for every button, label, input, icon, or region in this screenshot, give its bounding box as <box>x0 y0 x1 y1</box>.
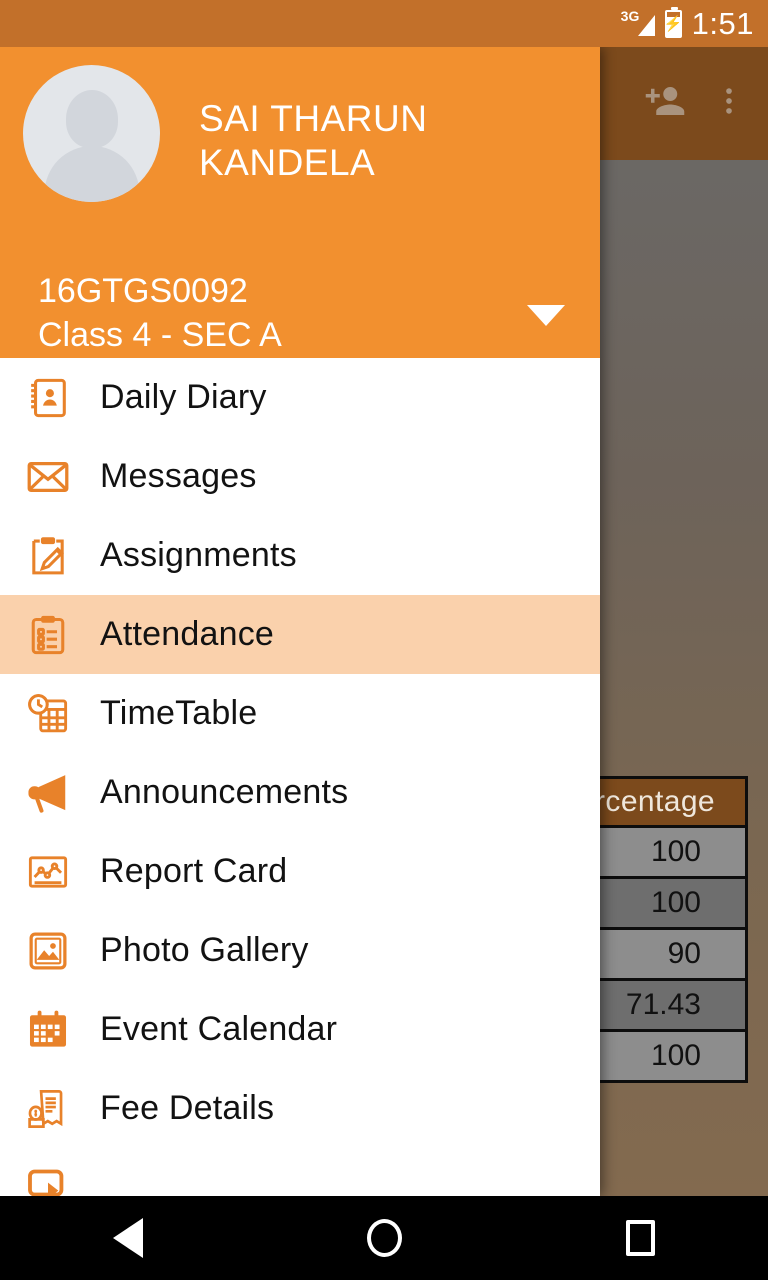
battery-charging-icon: ⚡ <box>664 6 683 38</box>
drawer-menu-list: Daily Diary Messages Assignments Attenda… <box>0 358 600 1196</box>
clipboard-check-icon <box>22 609 74 661</box>
sidebar-item-label: Fee Details <box>100 1089 275 1127</box>
sidebar-item-messages[interactable]: Messages <box>0 437 600 516</box>
daily-diary-icon <box>22 372 74 424</box>
sidebar-item-label: Messages <box>100 457 257 495</box>
invoice-money-icon <box>22 1083 74 1135</box>
overflow-menu-icon[interactable] <box>712 84 746 123</box>
status-bar-clock: 1:51 <box>691 5 754 41</box>
sidebar-item-assignments[interactable]: Assignments <box>0 516 600 595</box>
network-type-label: 3G <box>620 7 640 24</box>
sidebar-item-label: Announcements <box>100 773 349 811</box>
class-section: Class 4 - SEC A <box>38 315 282 354</box>
recents-button[interactable] <box>512 1196 768 1280</box>
signal-bars <box>637 14 655 36</box>
sidebar-item-daily-diary[interactable]: Daily Diary <box>0 358 600 437</box>
status-bar-indicators: 3G ⚡ 1:51 <box>621 0 754 47</box>
photo-icon <box>22 925 74 977</box>
sidebar-item-report-card[interactable]: Report Card <box>0 832 600 911</box>
student-meta: 16GTGS0092 Class 4 - SEC A <box>38 270 282 357</box>
recents-square-icon <box>625 1220 655 1256</box>
back-triangle-icon <box>113 1218 143 1258</box>
clock-calendar-icon <box>22 688 74 740</box>
chart-card-icon <box>22 846 74 898</box>
envelope-icon <box>22 451 74 503</box>
sidebar-item-label: Daily Diary <box>100 378 267 416</box>
status-bar: 3G ⚡ 1:51 <box>0 0 768 47</box>
home-button[interactable] <box>256 1196 512 1280</box>
sidebar-item-label: Photo Gallery <box>100 931 309 969</box>
android-nav-bar <box>0 1196 768 1280</box>
table-header-label: rcentage <box>595 785 715 818</box>
sidebar-item-fee-details[interactable]: Fee Details <box>0 1069 600 1148</box>
sidebar-item-timetable[interactable]: TimeTable <box>0 674 600 753</box>
sidebar-item-attendance[interactable]: Attendance <box>0 595 600 674</box>
sidebar-item-photo-gallery[interactable]: Photo Gallery <box>0 911 600 990</box>
percentage-value: 71.43 <box>625 988 701 1021</box>
default-avatar-icon <box>23 65 160 202</box>
megaphone-icon <box>22 767 74 819</box>
percentage-value: 100 <box>650 886 701 919</box>
screen-arrow-icon <box>22 1162 74 1196</box>
percentage-value: 100 <box>650 1039 701 1072</box>
home-circle-icon <box>366 1219 402 1257</box>
app-bar-actions <box>644 47 768 160</box>
signal-3g-icon: 3G <box>621 9 655 39</box>
sidebar-item-label: Report Card <box>100 852 288 890</box>
sidebar-item-partially-visible[interactable] <box>0 1148 600 1196</box>
navigation-drawer: SAI THARUN KANDELA 16GTGS0092 Class 4 - … <box>0 47 600 1196</box>
sidebar-item-announcements[interactable]: Announcements <box>0 753 600 832</box>
drawer-header[interactable]: SAI THARUN KANDELA 16GTGS0092 Class 4 - … <box>0 47 600 358</box>
user-name: SAI THARUN KANDELA <box>199 98 428 184</box>
sidebar-item-label: TimeTable <box>100 694 258 732</box>
add-person-icon[interactable] <box>644 80 686 127</box>
percentage-value: 90 <box>667 937 701 970</box>
sidebar-item-label: Event Calendar <box>100 1010 338 1048</box>
percentage-value: 100 <box>650 835 701 868</box>
calendar-icon <box>22 1004 74 1056</box>
back-button[interactable] <box>0 1196 256 1280</box>
student-id: 16GTGS0092 <box>38 272 248 310</box>
sidebar-item-label: Assignments <box>100 536 297 574</box>
sidebar-item-label: Attendance <box>100 615 275 653</box>
clipboard-pencil-icon <box>22 530 74 582</box>
chevron-down-icon[interactable] <box>527 305 565 326</box>
phone-screen: rcentage 100 100 90 71.43 100 3G ⚡ 1:51 <box>0 0 768 1280</box>
sidebar-item-event-calendar[interactable]: Event Calendar <box>0 990 600 1069</box>
